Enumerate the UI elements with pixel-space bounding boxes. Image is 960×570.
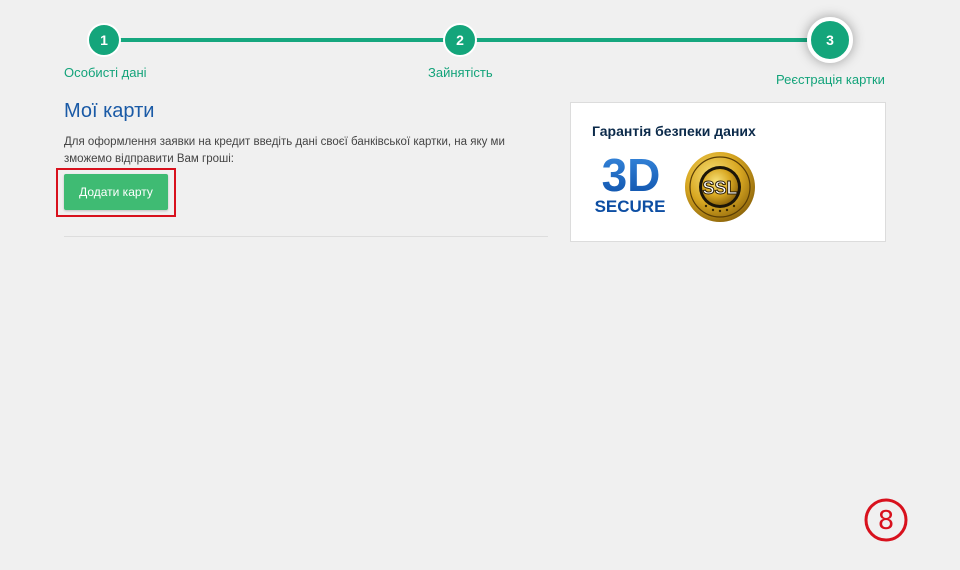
data-security-panel: Гарантія безпеки даних 3D SECURE SSL	[570, 102, 886, 242]
3d-secure-logo: 3D SECURE	[595, 151, 665, 216]
section-divider	[64, 236, 548, 237]
step-1-label: Особисті дані	[64, 65, 147, 80]
add-card-button[interactable]: Додати карту	[64, 174, 168, 210]
3d-logo-main-text: 3D	[602, 151, 661, 201]
step-1-circle: 1	[87, 23, 121, 57]
step-2-label: Зайнятість	[428, 65, 493, 80]
step-3-label: Реєстрація картки	[776, 72, 885, 87]
step-number-badge: 8	[864, 498, 908, 542]
step-2-circle: 2	[443, 23, 477, 57]
my-cards-description: Для оформлення заявки на кредит введіть …	[64, 136, 505, 165]
ssl-seal-icon: SSL	[685, 152, 755, 222]
card-registration-page: 1 Особисті дані 2 Зайнятість 3 Реєстраці…	[0, 0, 960, 570]
step-badge-number: 8	[878, 506, 895, 536]
ssl-seal-text: SSL	[702, 178, 737, 198]
3d-logo-sub-text: SECURE	[595, 197, 665, 216]
my-cards-title: Мої карти	[64, 100, 155, 122]
step-3-circle-active: 3	[807, 17, 853, 63]
security-panel-title: Гарантія безпеки даних	[592, 123, 756, 139]
